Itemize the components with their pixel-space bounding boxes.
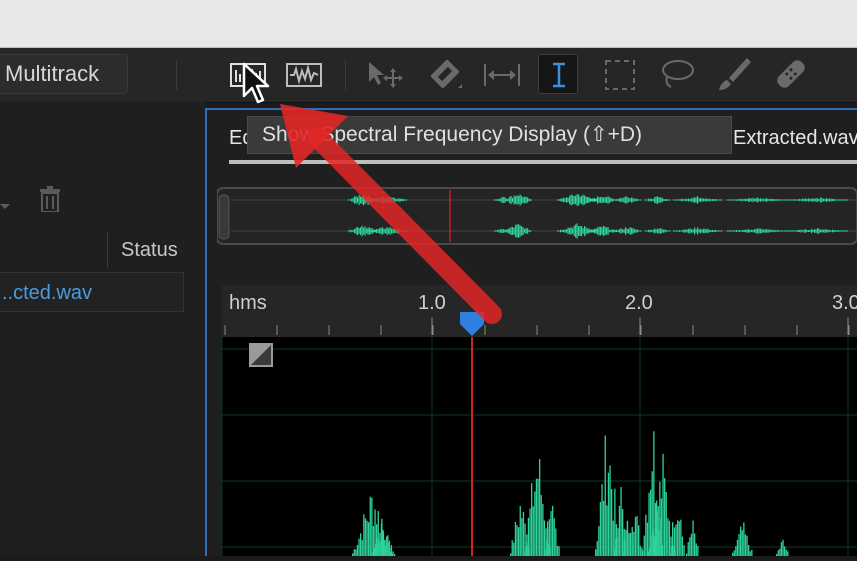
mouse-cursor-icon	[242, 62, 270, 104]
editor-file-tab[interactable]: Extracted.wav	[733, 127, 857, 150]
razor-icon	[430, 59, 462, 89]
waveform-icon	[286, 63, 322, 87]
razor-tool-button[interactable]	[425, 54, 465, 94]
multitrack-button[interactable]: Multitrack	[0, 54, 128, 94]
waveform-display-button[interactable]	[284, 54, 324, 94]
toolbar-divider	[345, 60, 346, 90]
ruler-tick-label: 2.0	[625, 292, 653, 314]
multitrack-label: Multitrack	[5, 61, 100, 86]
spot-healing-icon	[777, 60, 805, 88]
trash-icon[interactable]	[38, 186, 62, 217]
ruler-tick-label: 3.0	[832, 292, 857, 314]
toolbar: Multitrack	[0, 48, 857, 103]
chevron-down-icon[interactable]	[0, 204, 10, 209]
waveform-display[interactable]	[221, 337, 857, 556]
ruler-unit-label: hms	[229, 292, 267, 314]
status-column-header[interactable]: Status	[121, 239, 178, 262]
slip-tool-button[interactable]	[482, 54, 522, 94]
column-divider[interactable]	[107, 232, 108, 268]
brush-icon	[719, 58, 751, 90]
timeline-ruler[interactable]	[222, 285, 857, 337]
file-name[interactable]: ..cted.wav	[2, 282, 92, 305]
spot-healing-tool-button[interactable]	[771, 54, 811, 94]
move-icon	[369, 62, 403, 88]
brush-tool-button[interactable]	[713, 54, 753, 94]
playhead-marker[interactable]	[458, 310, 486, 338]
lasso-tool-button[interactable]	[657, 54, 697, 94]
window-title-bar	[0, 0, 857, 48]
toolbar-divider	[176, 60, 177, 90]
slip-icon	[484, 64, 520, 86]
ruler-tick-label: 1.0	[418, 292, 446, 314]
lasso-icon	[662, 60, 694, 88]
tooltip: Show Spectral Frequency Display (⇧+D)	[247, 116, 732, 154]
marquee-icon	[605, 60, 635, 90]
time-selection-icon	[553, 62, 565, 88]
overview-waveform[interactable]	[217, 185, 857, 245]
time-selection-tool-button[interactable]	[538, 54, 578, 94]
spectral-toggle-icon[interactable]	[248, 342, 274, 368]
files-panel	[0, 102, 205, 556]
move-tool-button[interactable]	[363, 54, 403, 94]
marquee-tool-button[interactable]	[601, 54, 641, 94]
tab-underline	[229, 160, 857, 164]
